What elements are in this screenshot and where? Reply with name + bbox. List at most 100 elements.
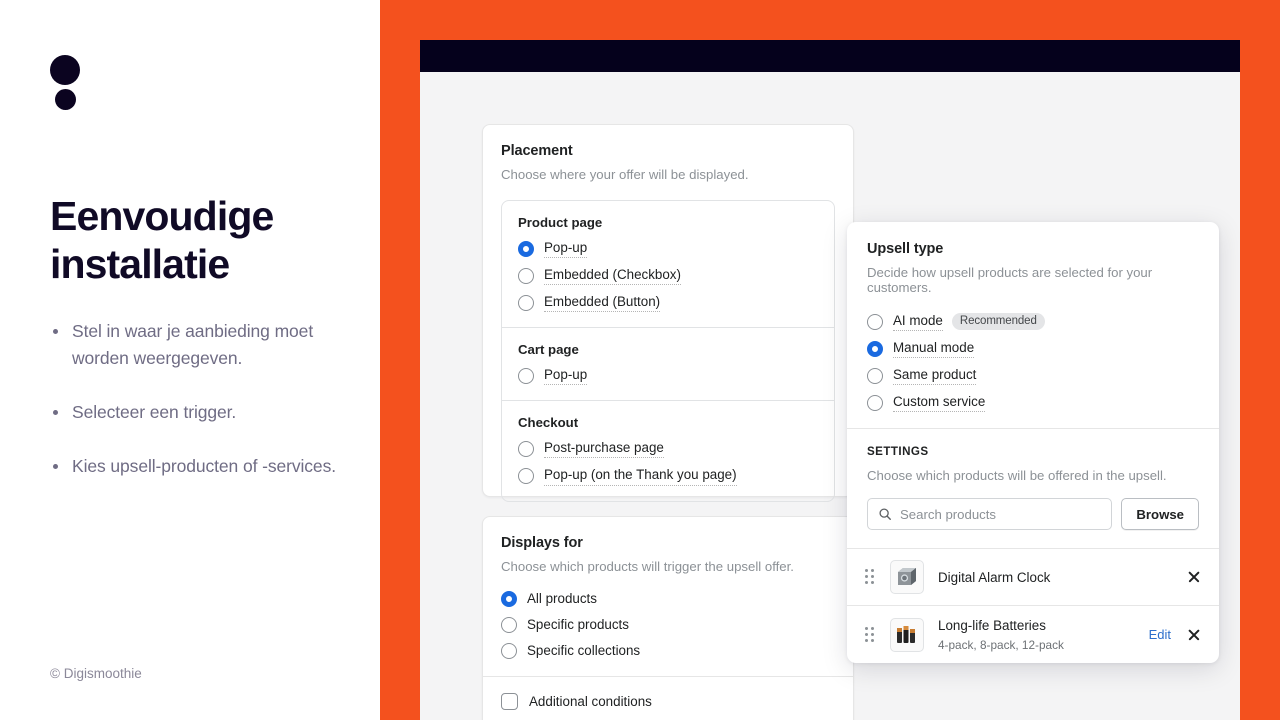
radio-option-all-products[interactable]: All products (501, 590, 835, 608)
app-content: Placement Choose where your offer will b… (420, 72, 1240, 720)
radio-icon[interactable] (518, 267, 534, 284)
group-label: Product page (518, 215, 603, 230)
displays-for-title: Displays for (501, 535, 583, 551)
upsell-type-card: Upsell type Decide how upsell products a… (847, 222, 1219, 663)
browse-button[interactable]: Browse (1121, 498, 1199, 531)
radio-label: Pop-up (on the Thank you page) (544, 466, 737, 486)
radio-icon[interactable] (518, 294, 534, 311)
list-item: Kies upsell-producten of -services. (50, 453, 350, 480)
placement-subtitle: Choose where your offer will be displaye… (501, 167, 749, 182)
logo-dot-small (55, 89, 76, 110)
radio-icon[interactable] (867, 340, 883, 357)
app-topbar (420, 40, 1240, 72)
app-window: Placement Choose where your offer will b… (420, 40, 1240, 720)
settings-subtitle: Choose which products will be offered in… (867, 468, 1167, 484)
product-thumbnail-icon (890, 617, 924, 652)
logo-dot-large (50, 55, 80, 85)
displays-for-options: All products Specific products Specific … (501, 590, 835, 660)
placement-group-product-page: Product page Pop-up Embedded (Checkbox) (502, 201, 834, 327)
product-name: Digital Alarm Clock (938, 569, 1051, 585)
accent-background: Placement Choose where your offer will b… (380, 0, 1280, 720)
radio-label: Specific products (527, 617, 629, 633)
radio-icon[interactable] (867, 313, 883, 330)
radio-label: Embedded (Checkbox) (544, 266, 681, 286)
radio-icon[interactable] (501, 643, 517, 660)
radio-label: Embedded (Button) (544, 293, 661, 313)
radio-label: Same product (893, 366, 977, 386)
checkbox-label: Additional conditions (529, 694, 652, 710)
product-search-row: Search products Browse (867, 498, 1199, 531)
page-title: Eenvoudige installatie (50, 193, 274, 288)
radio-option-thank-you-pop-up[interactable]: Pop-up (on the Thank you page) (518, 466, 818, 486)
search-placeholder: Search products (900, 506, 997, 522)
radio-icon[interactable] (518, 468, 534, 485)
drag-handle-icon[interactable] (865, 626, 877, 643)
upsell-type-header: Upsell type Decide how upsell products a… (847, 222, 1219, 428)
status-badge: Recommended (951, 313, 1045, 331)
product-info: Long-life Batteries 4-pack, 8-pack, 12-p… (938, 617, 1149, 651)
radio-option-custom-service[interactable]: Custom service (867, 393, 1199, 413)
radio-label: All products (527, 591, 597, 606)
copyright-note: © Digismoothie (50, 666, 142, 681)
radio-icon[interactable] (518, 240, 534, 257)
group-label: Checkout (518, 415, 579, 431)
placement-title: Placement (501, 143, 573, 159)
radio-label: Custom service (893, 393, 986, 413)
product-thumbnail-icon (890, 560, 924, 595)
search-icon (878, 507, 892, 521)
close-icon[interactable] (1187, 628, 1201, 642)
additional-conditions-row[interactable]: Additional conditions (483, 677, 853, 720)
product-variants: 4-pack, 8-pack, 12-pack (938, 637, 1064, 652)
radio-label: AI mode (893, 312, 943, 332)
radio-option-cart-pop-up[interactable]: Pop-up (518, 366, 818, 386)
feature-bullet-list: Stel in waar je aanbieding moet worden w… (50, 318, 350, 508)
close-icon[interactable] (1187, 570, 1201, 584)
radio-option-manual-mode[interactable]: Manual mode (867, 339, 1199, 359)
logo-icon (50, 55, 84, 125)
list-item: Stel in waar je aanbieding moet worden w… (50, 318, 350, 372)
upsell-type-subtitle: Decide how upsell products are selected … (867, 265, 1153, 295)
radio-label: Pop-up (544, 366, 588, 386)
table-row[interactable]: Long-life Batteries 4-pack, 8-pack, 12-p… (847, 605, 1219, 662)
product-name: Long-life Batteries (938, 618, 1046, 634)
table-row[interactable]: Digital Alarm Clock (847, 548, 1219, 605)
placement-group-cart-page: Cart page Pop-up (502, 327, 834, 400)
upsell-type-title: Upsell type (867, 241, 944, 257)
radio-option-ai-mode[interactable]: AI mode Recommended (867, 312, 1199, 332)
radio-icon[interactable] (518, 367, 534, 384)
radio-icon[interactable] (518, 440, 534, 457)
list-item: Selecteer een trigger. (50, 399, 350, 426)
settings-section: SETTINGS Choose which products will be o… (847, 429, 1219, 548)
placement-group-checkout: Checkout Post-purchase page Pop-up (on t… (502, 400, 834, 500)
radio-option-same-product[interactable]: Same product (867, 366, 1199, 386)
product-info: Digital Alarm Clock (938, 569, 1187, 586)
radio-icon[interactable] (867, 367, 883, 384)
radio-icon[interactable] (501, 617, 517, 634)
group-label: Cart page (518, 342, 579, 358)
drag-handle-icon[interactable] (865, 569, 877, 585)
search-input[interactable]: Search products (867, 498, 1113, 531)
edit-link[interactable]: Edit (1149, 627, 1171, 642)
radio-label: Manual mode (893, 339, 975, 359)
radio-icon[interactable] (867, 394, 883, 411)
radio-option-post-purchase-page[interactable]: Post-purchase page (518, 439, 818, 459)
displays-for-body: Displays for Choose which products will … (483, 517, 853, 676)
radio-option-embedded-checkbox[interactable]: Embedded (Checkbox) (518, 266, 818, 286)
displays-for-subtitle: Choose which products will trigger the u… (501, 559, 794, 574)
displays-for-card: Displays for Choose which products will … (482, 516, 854, 720)
upsell-type-options: AI mode Recommended Manual mode Same pro… (867, 312, 1199, 413)
radio-option-embedded-button[interactable]: Embedded (Button) (518, 293, 818, 313)
placement-options-box: Product page Pop-up Embedded (Checkbox) (501, 200, 835, 502)
placement-card: Placement Choose where your offer will b… (482, 124, 854, 502)
screenshot-root: Eenvoudige installatie Stel in waar je a… (0, 0, 1280, 720)
radio-option-specific-collections[interactable]: Specific collections (501, 642, 835, 660)
settings-label: SETTINGS (867, 445, 929, 459)
radio-option-pop-up[interactable]: Pop-up (518, 239, 818, 259)
radio-label: Specific collections (527, 643, 641, 659)
radio-label: Post-purchase page (544, 439, 664, 459)
radio-option-specific-products[interactable]: Specific products (501, 616, 835, 634)
radio-label: Pop-up (544, 239, 588, 259)
checkbox-icon[interactable] (501, 693, 518, 711)
radio-icon[interactable] (501, 591, 517, 608)
marketing-panel: Eenvoudige installatie Stel in waar je a… (0, 0, 380, 720)
